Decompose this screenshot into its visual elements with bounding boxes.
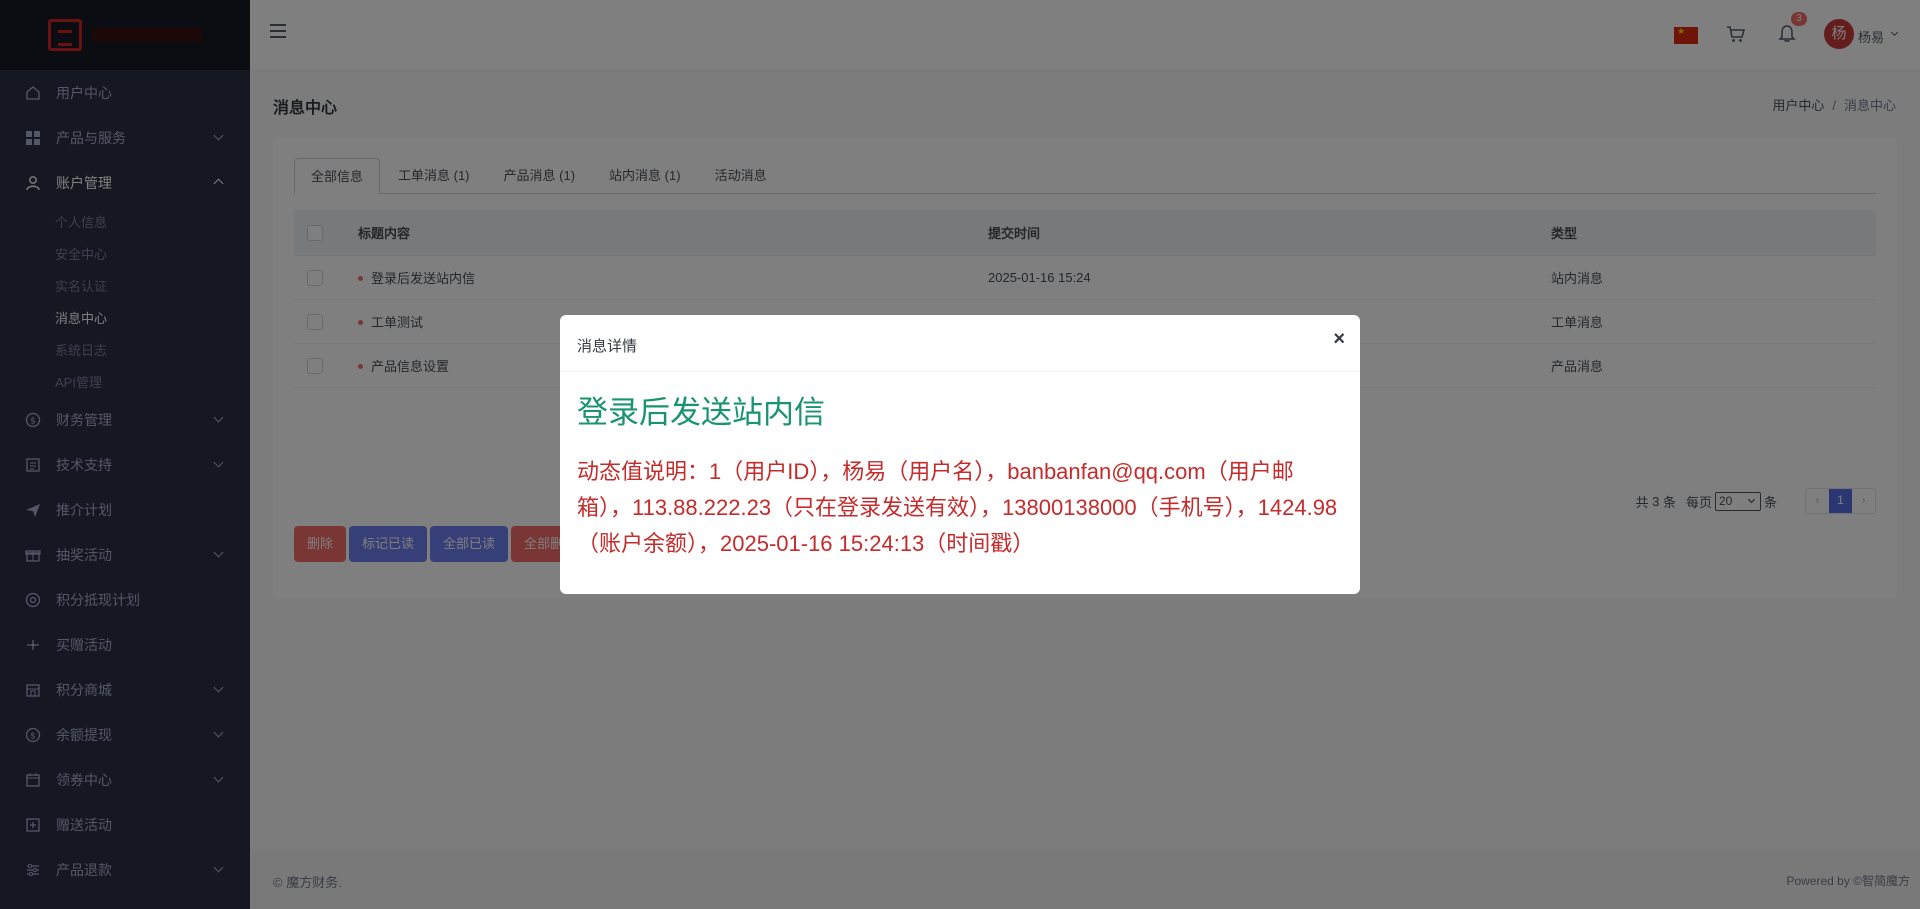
modal-header: 消息详情 × bbox=[560, 315, 1360, 372]
close-icon[interactable]: × bbox=[1333, 329, 1345, 349]
modal-title: 消息详情 bbox=[577, 338, 638, 355]
message-title: 登录后发送站内信 bbox=[577, 395, 825, 431]
message-content: 动态值说明：1（用户ID），杨易（用户名），banbanfan@qq.com（用… bbox=[577, 459, 1338, 556]
modal-body: 登录后发送站内信 动态值说明：1（用户ID），杨易（用户名），banbanfan… bbox=[560, 372, 1360, 582]
message-detail-modal: 消息详情 × 登录后发送站内信 动态值说明：1（用户ID），杨易（用户名），ba… bbox=[560, 315, 1360, 594]
